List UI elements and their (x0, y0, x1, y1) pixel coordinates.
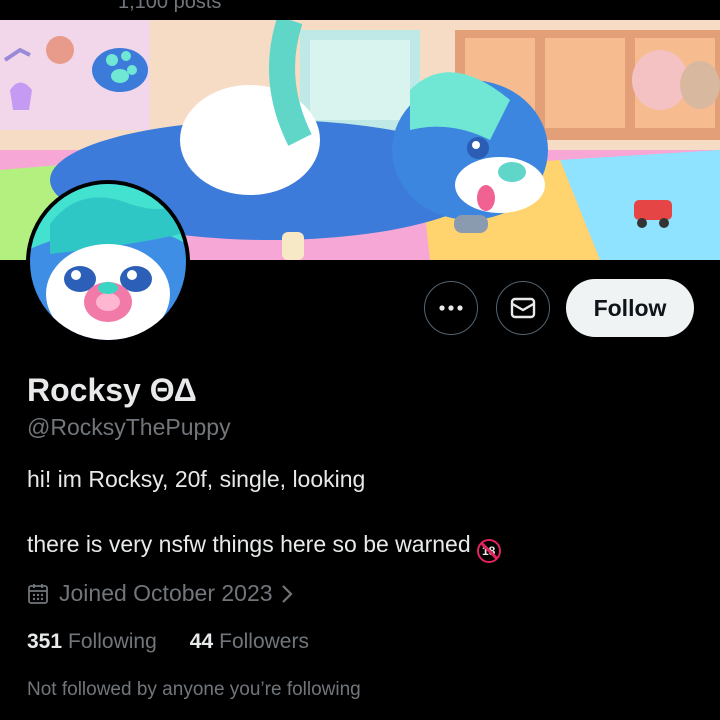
joined-date: Joined October 2023 (59, 580, 273, 606)
envelope-icon (510, 297, 536, 319)
bio-line: hi! im Rocksy, 20f, single, looking (27, 466, 366, 492)
username-handle: @RocksyThePuppy (27, 414, 231, 440)
joined-date-row[interactable]: Joined October 2023 (27, 580, 293, 607)
avatar-image (30, 184, 186, 340)
calendar-icon (28, 583, 48, 604)
display-name: Rocksy ΘΔ (27, 372, 197, 408)
following-count: 351 (27, 630, 63, 653)
following-label: Following (68, 630, 157, 653)
no-under-18-icon: 18 (476, 539, 501, 563)
followers-link[interactable]: 44 Followers (190, 630, 309, 654)
bio-warning-text: there is very nsfw things here so be war… (27, 531, 471, 557)
post-count: 1,100 posts (118, 0, 222, 13)
more-horizontal-icon (439, 305, 463, 311)
chevron-right-icon (281, 584, 293, 603)
followers-label: Followers (219, 630, 309, 653)
profile-avatar[interactable] (26, 180, 190, 344)
followers-count: 44 (189, 630, 214, 653)
bio-line-warning: there is very nsfw things here so be war… (27, 531, 501, 563)
message-button[interactable] (496, 281, 550, 335)
follow-stats: 351 Following 44 Followers (27, 630, 342, 654)
top-strip: 1,100 posts (0, 0, 720, 20)
follow-button[interactable]: Follow (566, 279, 694, 337)
more-options-button[interactable] (424, 281, 478, 335)
social-context: Not followed by anyone you’re following (27, 679, 361, 700)
following-link[interactable]: 351 Following (27, 630, 157, 654)
